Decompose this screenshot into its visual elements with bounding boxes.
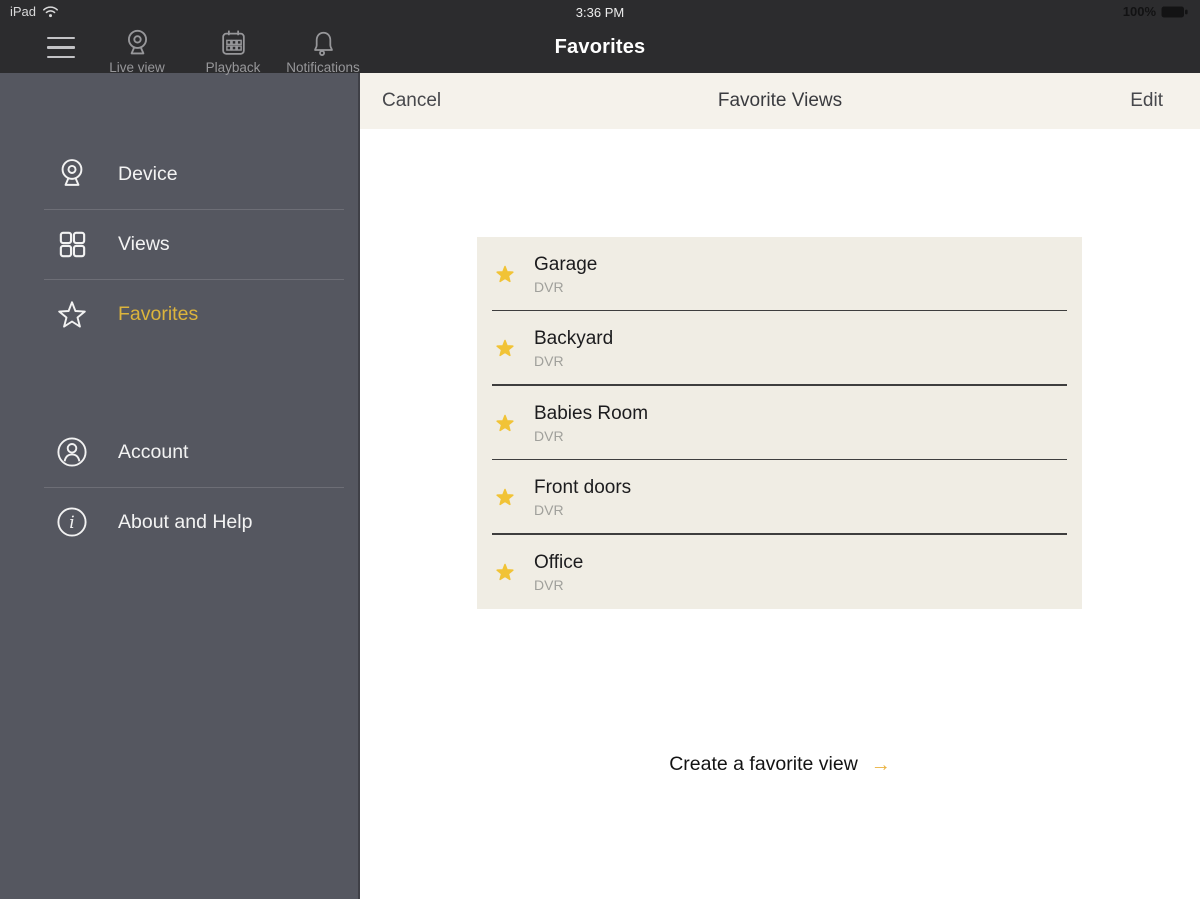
status-time: 3:36 PM <box>575 5 625 20</box>
sidebar-item-label: Account <box>118 440 189 463</box>
sidebar: Device Views Favorites Account i About a… <box>0 73 360 899</box>
nav-item-label: Live view <box>109 60 165 75</box>
favorite-type: DVR <box>534 353 564 370</box>
star-icon <box>494 263 516 285</box>
svg-text:i: i <box>69 513 74 533</box>
sidebar-item-label: About and Help <box>118 510 253 533</box>
favorite-name: Backyard <box>534 328 614 350</box>
star-icon <box>494 337 516 359</box>
favorite-type: DVR <box>534 576 564 593</box>
favorite-type: DVR <box>534 502 564 519</box>
sidebar-item-about-help[interactable]: i About and Help <box>0 487 358 557</box>
sidebar-item-label: Views <box>118 232 170 255</box>
info-icon: i <box>54 504 90 540</box>
webcam-icon <box>54 156 90 192</box>
favorite-name: Front doors <box>534 477 632 499</box>
sidebar-item-label: Favorites <box>118 302 199 325</box>
sidebar-item-device[interactable]: Device <box>0 139 358 209</box>
star-icon <box>54 296 90 332</box>
favorite-name: Babies Room <box>534 402 649 424</box>
star-icon <box>494 561 516 583</box>
sidebar-item-views[interactable]: Views <box>0 209 358 279</box>
create-favorite-view-link[interactable]: Create a favorite view → <box>360 753 1200 776</box>
toolbar-title: Favorite Views <box>717 90 843 111</box>
battery-icon <box>1161 6 1188 18</box>
content-toolbar: Cancel Favorite Views Edit <box>360 73 1200 129</box>
person-icon <box>54 434 90 470</box>
nav-item-label: Notifications <box>286 60 360 75</box>
status-right: 100% <box>1123 4 1188 19</box>
favorite-type: DVR <box>534 427 564 444</box>
favorite-row-backyard[interactable]: Backyard DVR <box>477 311 1082 386</box>
edit-button[interactable]: Edit <box>1130 73 1163 129</box>
favorite-row-babies-room[interactable]: Babies Room DVR <box>477 386 1082 461</box>
main-content: Cancel Favorite Views Edit Garage DVR Ba… <box>360 73 1200 899</box>
create-favorite-view-label: Create a favorite view <box>669 753 858 775</box>
favorite-name: Office <box>534 551 584 573</box>
grid-icon <box>54 226 90 262</box>
app-screen: iPad 3:36 PM 100% Live view Playback Not… <box>0 0 1200 899</box>
sidebar-item-account[interactable]: Account <box>0 417 358 487</box>
favorites-list: Garage DVR Backyard DVR Babies Room DVR … <box>477 237 1082 609</box>
sidebar-item-favorites[interactable]: Favorites <box>0 279 358 349</box>
star-icon <box>494 412 516 434</box>
sidebar-item-label: Device <box>118 162 178 185</box>
nav-item-label: Playback <box>205 60 261 75</box>
favorite-type: DVR <box>534 279 564 295</box>
battery-percent: 100% <box>1122 4 1156 19</box>
top-header: iPad 3:36 PM 100% Live view Playback Not… <box>0 0 1200 75</box>
favorite-name: Garage <box>534 254 598 275</box>
favorite-row-garage[interactable]: Garage DVR <box>477 237 1082 312</box>
page-title: Favorites <box>554 36 646 58</box>
favorite-row-office[interactable]: Office DVR <box>477 535 1082 609</box>
favorite-row-front-doors[interactable]: Front doors DVR <box>477 460 1082 535</box>
arrow-right-icon: → <box>870 753 891 776</box>
star-icon <box>494 486 516 508</box>
